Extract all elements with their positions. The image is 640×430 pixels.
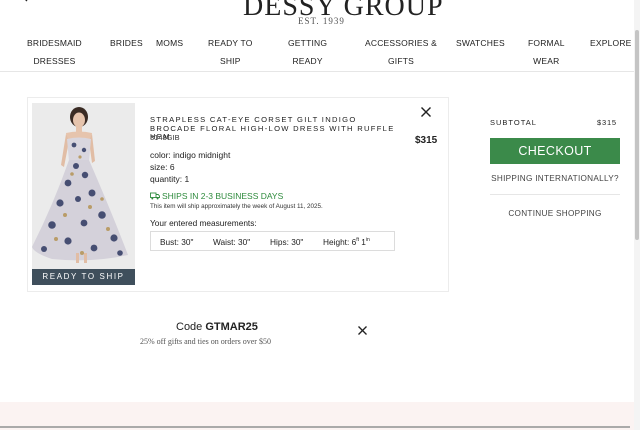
nav-item-brides[interactable]: BRIDES — [110, 34, 143, 52]
nav-item-getting-ready[interactable]: GETTING READY — [288, 34, 327, 70]
product-size: size: 6 — [150, 162, 175, 172]
measurements-box: Bust: 30" Waist: 30" Hips: 30" Height: 6… — [150, 231, 395, 251]
product-sku: 3148GIB — [150, 133, 180, 142]
brand-tagline: EST. 1939 — [298, 16, 345, 26]
continue-shopping-link[interactable]: CONTINUE SHOPPING — [490, 209, 620, 218]
search-icon[interactable] — [14, 0, 28, 4]
measurement-waist: Waist: 30" — [213, 237, 251, 247]
subtotal-value: $315 — [597, 118, 617, 127]
nav-item-ready-to-ship[interactable]: READY TO SHIP — [208, 34, 253, 70]
shipping-status-text: SHIPS IN 2-3 BUSINESS DAYS — [162, 191, 284, 201]
nav-item-moms[interactable]: MOMS — [156, 34, 183, 52]
ready-to-ship-badge: READY TO SHIP — [32, 269, 135, 285]
main-nav: BRIDESMAID DRESSES BRIDES MOMS READY TO … — [0, 30, 634, 72]
product-image[interactable] — [32, 103, 135, 269]
summary-divider — [490, 194, 620, 195]
measurement-height: Height: 6ft 1in — [323, 237, 370, 247]
truck-icon — [150, 192, 160, 200]
measurement-hips: Hips: 30" — [270, 237, 304, 247]
nav-item-accessories-gifts[interactable]: ACCESSORIES & GIFTS — [365, 34, 437, 70]
shipping-internationally-link[interactable]: SHIPPING INTERNATIONALLY? — [490, 174, 620, 183]
user-icon[interactable] — [499, 0, 513, 4]
horizontal-scrollbar[interactable] — [0, 426, 630, 428]
shipping-note: This item will ship approximately the we… — [150, 203, 323, 210]
shipping-status: SHIPS IN 2-3 BUSINESS DAYS — [150, 191, 283, 201]
promo-close-icon[interactable] — [357, 325, 368, 336]
promo-code: Code GTMAR25 — [176, 321, 258, 333]
promo-description: 25% off gifts and ties on orders over $5… — [140, 337, 271, 346]
nav-item-bridesmaid-dresses[interactable]: BRIDESMAID DRESSES — [27, 34, 82, 70]
product-color: color: indigo midnight — [150, 150, 231, 160]
product-price: $315 — [415, 135, 438, 146]
subtotal-label: SUBTOTAL — [490, 118, 537, 127]
measurement-bust: Bust: 30" — [160, 237, 194, 247]
remove-item-close-icon[interactable] — [420, 106, 432, 118]
nav-item-swatches[interactable]: SWATCHES — [456, 34, 505, 52]
measurements-label: Your entered measurements: — [150, 218, 257, 228]
nav-item-formal-wear[interactable]: FORMAL WEAR — [528, 34, 565, 70]
checkout-button[interactable]: CHECKOUT — [490, 138, 620, 164]
product-title[interactable]: STRAPLESS CAT-EYE CORSET GILT INDIGO BRO… — [150, 115, 400, 142]
nav-item-explore[interactable]: EXPLORE — [590, 34, 632, 52]
vertical-scrollbar-thumb[interactable] — [635, 30, 639, 240]
product-quantity: quantity: 1 — [150, 174, 190, 184]
shopping-bag-icon[interactable] — [604, 0, 618, 4]
